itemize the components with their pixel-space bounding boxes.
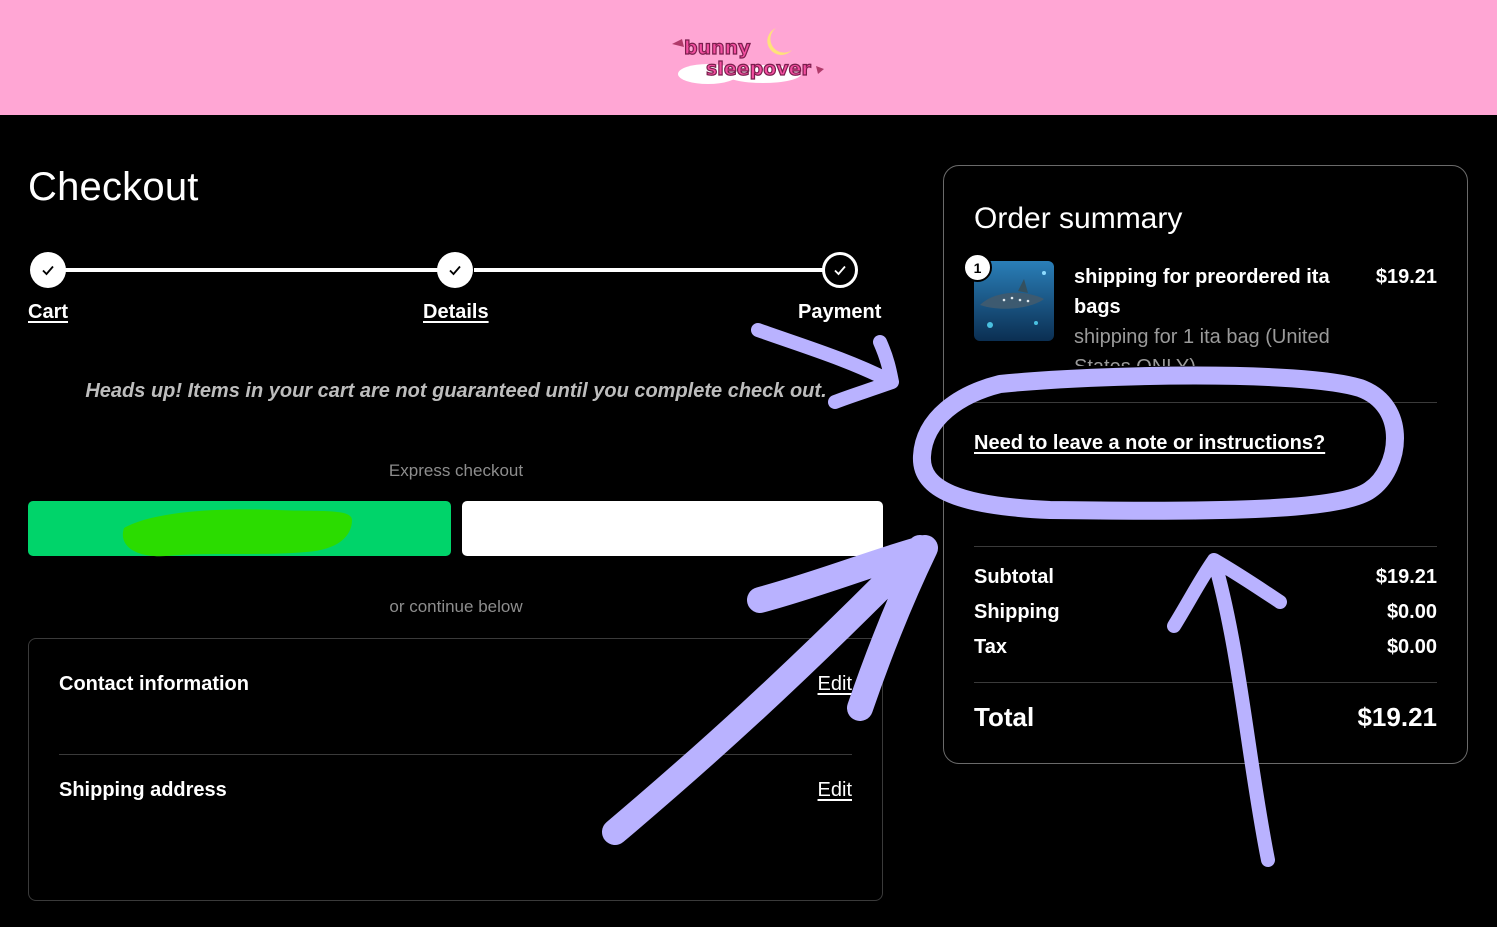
summary-divider (974, 402, 1437, 403)
redaction-scribble (122, 509, 352, 557)
section-divider (59, 754, 852, 755)
summary-divider (974, 682, 1437, 683)
step-details-check-icon[interactable] (437, 252, 473, 288)
total-label: Total (974, 702, 1035, 732)
tax-row: Tax $0.00 (974, 636, 1437, 659)
total-row: Total $19.21 (974, 702, 1437, 733)
bunny-sleepover-logo[interactable]: bunny sleepover (668, 22, 828, 86)
svg-text:sleepover: sleepover (706, 58, 812, 80)
shipping-address-title: Shipping address (59, 779, 227, 801)
express-checkout-label: Express checkout (388, 461, 524, 480)
subtotal-row: Subtotal $19.21 (974, 566, 1437, 589)
item-name: shipping for preordered ita bags (1074, 266, 1330, 318)
contact-edit-link[interactable]: Edit (818, 673, 852, 696)
order-note-link[interactable]: Need to leave a note or instructions? (974, 432, 1325, 455)
step-payment-check-icon (822, 252, 858, 288)
checkout-stepper: Cart Details Payment (28, 252, 884, 332)
shipping-edit-link[interactable]: Edit (818, 779, 852, 802)
order-summary-title: Order summary (974, 202, 1183, 235)
item-quantity-badge: 1 (963, 253, 992, 282)
stepper-connector (474, 268, 842, 272)
cart-hold-notice: Heads up! Items in your cart are not gua… (85, 380, 827, 402)
page-title: Checkout (28, 165, 199, 209)
continue-below-label: or continue below (389, 597, 523, 616)
contact-information-title: Contact information (59, 673, 249, 695)
checkout-info-card: Contact information Edit Shipping addres… (28, 638, 883, 901)
summary-divider (974, 546, 1437, 547)
total-value: $19.21 (1357, 702, 1437, 732)
shipping-label: Shipping (974, 601, 1060, 623)
tax-value: $0.00 (1386, 636, 1437, 658)
shipping-value: $0.00 (1386, 601, 1437, 623)
item-variant: shipping for 1 ita bag (United States ON… (1074, 326, 1330, 366)
shipping-row: Shipping $0.00 (974, 601, 1437, 624)
express-pay-button-white[interactable] (462, 501, 883, 556)
step-details-link[interactable]: Details (423, 301, 489, 324)
step-cart-check-icon[interactable] (30, 252, 66, 288)
site-header: bunny sleepover (0, 0, 1497, 115)
svg-text:bunny: bunny (684, 37, 751, 59)
item-price: $19.21 (1375, 266, 1437, 288)
contact-information-row: Contact information Edit (59, 673, 852, 696)
stepper-connector (48, 268, 456, 272)
order-summary-panel: Order summary 1 shipping for preordered … (943, 165, 1468, 764)
shipping-address-row: Shipping address Edit (59, 779, 852, 802)
subtotal-label: Subtotal (974, 566, 1054, 588)
tax-label: Tax (974, 636, 1007, 658)
subtotal-value: $19.21 (1375, 566, 1437, 588)
step-cart-link[interactable]: Cart (28, 301, 68, 324)
step-payment-label: Payment (798, 301, 882, 323)
